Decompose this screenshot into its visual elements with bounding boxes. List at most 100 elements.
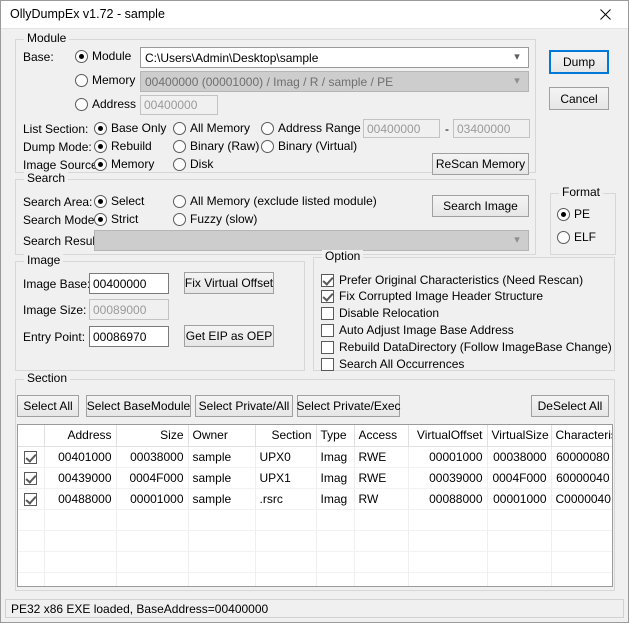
radio-search-mode-strict[interactable]: Strict (94, 212, 138, 226)
search-image-button[interactable]: Search Image (432, 195, 529, 217)
checkbox-rebuild-datadirectory[interactable]: Rebuild DataDirectory (Follow ImageBase … (321, 340, 612, 354)
cell-empty (408, 509, 488, 531)
title-bar: OllyDumpEx v1.72 - sample (1, 1, 628, 29)
section-group-label: Section (24, 372, 71, 385)
chevron-down-icon: ▾ (514, 75, 520, 87)
checkbox-search-all-occurrences[interactable]: Search All Occurrences (321, 357, 464, 371)
col-header-access[interactable]: Access (354, 425, 409, 447)
cell-virtualsize: 00038000 (487, 446, 552, 468)
radio-dot (557, 230, 570, 244)
entry-point-label: Entry Point: (23, 330, 86, 344)
radio-dump-rebuild[interactable]: Rebuild (94, 139, 152, 153)
cell-select[interactable] (18, 467, 45, 489)
cell-empty (354, 530, 409, 552)
rescan-memory-button[interactable]: ReScan Memory (432, 153, 529, 175)
radio-list-base-only[interactable]: Base Only (94, 121, 166, 135)
radio-format-elf[interactable]: ELF (557, 230, 596, 244)
col-header-type[interactable]: Type (316, 425, 355, 447)
cell-access: RW (354, 488, 409, 510)
deselect-all-button[interactable]: DeSelect All (531, 395, 609, 417)
cell-address: 00439000 (44, 467, 117, 489)
memory-combo[interactable]: 00400000 (00001000) / Imag / R / sample … (140, 71, 529, 92)
radio-dot (173, 139, 186, 153)
col-header-address[interactable]: Address (44, 425, 117, 447)
cancel-button[interactable]: Cancel (549, 87, 609, 110)
col-header-checkbox[interactable] (18, 425, 45, 447)
radio-source-disk[interactable]: Disk (173, 157, 213, 171)
cell-empty (255, 572, 317, 586)
cell-empty (44, 572, 117, 586)
cell-empty (44, 551, 117, 573)
search-result-combo[interactable]: ▾ (94, 230, 529, 251)
cell-select[interactable] (18, 446, 45, 468)
cell-empty (255, 530, 317, 552)
get-eip-as-oep-button[interactable]: Get EIP as OEP (184, 325, 274, 347)
radio-format-pe[interactable]: PE (557, 207, 590, 221)
cell-empty (255, 509, 317, 531)
table-row[interactable]: 00439000 0004F000 sample UPX1 Imag RWE 0003900… (18, 467, 612, 489)
radio-dump-binary-virtual[interactable]: Binary (Virtual) (261, 139, 357, 153)
radio-base-memory[interactable]: Memory (75, 73, 135, 87)
cell-owner: sample (188, 467, 256, 489)
image-size-input[interactable]: 00089000 (89, 299, 169, 320)
col-header-virtualsize[interactable]: VirtualSize (487, 425, 552, 447)
radio-base-address[interactable]: Address (75, 97, 136, 111)
row-checkbox[interactable] (24, 471, 38, 485)
table-row-empty (18, 551, 612, 573)
checkbox-label: Fix Corrupted Image Header Structure (339, 289, 544, 303)
checkbox-label: Search All Occurrences (339, 357, 465, 371)
cell-select[interactable] (18, 488, 45, 510)
range-end-input[interactable]: 03400000 (453, 119, 530, 138)
close-icon[interactable] (583, 1, 628, 28)
radio-label: Memory (92, 73, 136, 87)
cell-empty (408, 530, 488, 552)
dump-button[interactable]: Dump (549, 50, 609, 74)
checkbox-disable-relocation[interactable]: Disable Relocation (321, 306, 439, 320)
section-table[interactable]: Address Size Owner Section Type Access V… (17, 424, 613, 587)
cell-section: UPX1 (255, 467, 317, 489)
range-start-value: 00400000 (367, 121, 421, 136)
cell-empty (316, 530, 355, 552)
radio-label: Binary (Raw) (190, 139, 260, 153)
select-private-all-button[interactable]: Select Private/All (195, 395, 293, 417)
radio-search-area-all-memory[interactable]: All Memory (exclude listed module) (173, 194, 377, 208)
status-bar: PE32 x86 EXE loaded, BaseAddress=0040000… (5, 599, 624, 618)
module-path-combo[interactable]: C:\Users\Admin\Desktop\sample ▾ (140, 47, 529, 68)
cell-empty (354, 551, 409, 573)
checkbox-auto-adjust-image-base[interactable]: Auto Adjust Image Base Address (321, 323, 514, 337)
select-all-button[interactable]: Select All (17, 395, 79, 417)
table-row[interactable]: 00488000 00001000 sample .rsrc Imag RW 0008800… (18, 488, 612, 510)
col-header-size[interactable]: Size (116, 425, 189, 447)
checkbox-fix-corrupted-image-header[interactable]: Fix Corrupted Image Header Structure (321, 289, 543, 303)
image-base-input[interactable]: 00400000 (89, 273, 169, 294)
entry-point-input[interactable]: 00086970 (89, 326, 169, 347)
cell-empty (188, 530, 256, 552)
select-basemodule-button[interactable]: Select BaseModule (86, 395, 191, 417)
select-private-exec-button[interactable]: Select Private/Exec (296, 395, 401, 417)
col-header-owner[interactable]: Owner (188, 425, 256, 447)
image-base-label: Image Base: (23, 277, 91, 291)
radio-list-address-range[interactable]: Address Range (261, 121, 361, 135)
radio-dump-binary-raw[interactable]: Binary (Raw) (173, 139, 259, 153)
image-base-value: 00400000 (93, 276, 147, 291)
radio-search-area-select[interactable]: Select (94, 194, 144, 208)
radio-list-all-memory[interactable]: All Memory (173, 121, 250, 135)
table-row[interactable]: 00401000 00038000 sample UPX0 Imag RWE 0000100… (18, 446, 612, 468)
radio-search-mode-fuzzy[interactable]: Fuzzy (slow) (173, 212, 257, 226)
cell-empty (487, 530, 552, 552)
address-input[interactable]: 00400000 (140, 95, 218, 115)
radio-source-memory[interactable]: Memory (94, 157, 154, 171)
range-start-input[interactable]: 00400000 (363, 119, 440, 138)
cell-empty (116, 551, 189, 573)
radio-base-module[interactable]: Module (75, 49, 131, 63)
col-header-characteristics[interactable]: Characteristics (551, 425, 612, 447)
row-checkbox[interactable] (24, 492, 38, 506)
fix-virtual-offset-button[interactable]: Fix Virtual Offset (184, 272, 274, 294)
radio-label: Base Only (111, 121, 167, 135)
checkbox-prefer-original-characteristics[interactable]: Prefer Original Characteristics (Need Re… (321, 273, 583, 287)
col-header-virtualoffset[interactable]: VirtualOffset (408, 425, 488, 447)
cell-empty (316, 572, 355, 586)
cell-characteristics: 60000040 (551, 467, 612, 489)
col-header-section[interactable]: Section (255, 425, 317, 447)
row-checkbox[interactable] (24, 450, 38, 464)
